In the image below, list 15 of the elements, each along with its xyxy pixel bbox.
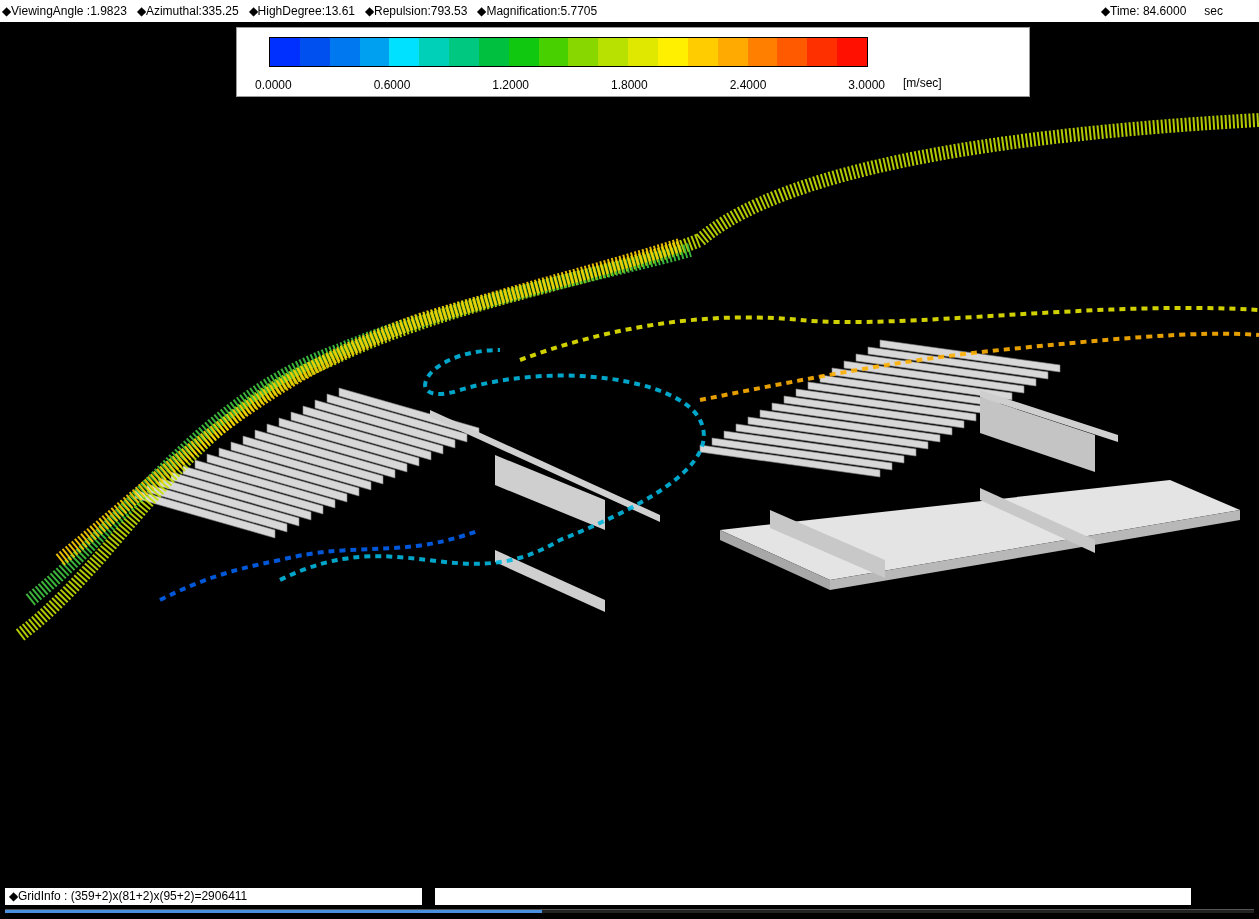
grid-info-field: ◆GridInfo : (359+2)x(81+2)x(95+2)=2906411: [5, 888, 422, 905]
legend-label: 1.8000: [610, 77, 648, 94]
legend-label: 0.0000: [255, 77, 292, 94]
parameter-text: ◆HighDegree:13.61: [248, 3, 355, 20]
unit-text: [m/sec]: [903, 75, 942, 92]
legend-label: 2.4000: [729, 77, 767, 94]
legend-label: 0.6000: [373, 77, 411, 94]
time-text: ◆Time: 84.6000: [1101, 3, 1187, 20]
legend-label: 3.0000: [848, 77, 885, 94]
time-unit-text: sec: [1204, 3, 1223, 20]
parameter-text: ◆Azimuthal:335.25: [136, 3, 239, 20]
parameter-text: ◆ViewingAngle :1.9823: [2, 3, 127, 20]
parameter-text: ◆Magnification:5.7705: [477, 3, 598, 20]
parameter-text: ◆Repulsion:793.53: [365, 3, 468, 20]
legend-label: 1.2000: [492, 77, 529, 94]
